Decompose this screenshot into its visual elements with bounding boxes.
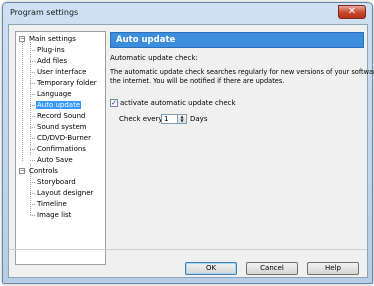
tree-item-label: Timeline (37, 200, 67, 208)
panel-header: Auto update (110, 32, 364, 48)
cancel-button[interactable]: Cancel (246, 262, 298, 275)
description-line-1: The automatic update check searches regu… (110, 68, 374, 76)
spin-down-icon[interactable]: ▼ (178, 119, 186, 123)
help-button[interactable]: Help (307, 262, 359, 275)
ok-button[interactable]: OK (185, 262, 237, 275)
tree-item-label: Storyboard (37, 178, 76, 186)
description-line-2: the internet. You will be notified if th… (110, 77, 285, 85)
tree-item-timeline[interactable]: Timeline (36, 199, 68, 209)
tree-item-controls[interactable]: − Controls (19, 166, 59, 176)
tree-item-record-sound[interactable]: Record Sound (36, 111, 86, 121)
tree-item-label: Auto Save (37, 156, 73, 164)
title-bar[interactable]: Program settings ✕ (3, 3, 372, 23)
button-bar-separator (9, 249, 367, 250)
tree-connector (30, 215, 35, 216)
program-settings-window: Program settings ✕ − Main settings Plug-… (2, 2, 374, 284)
tree-item-sound-system[interactable]: Sound system (36, 122, 88, 132)
tree-item-label: Sound system (37, 123, 87, 131)
tree-connector (30, 50, 35, 51)
tree-connector (30, 61, 35, 62)
close-icon: ✕ (347, 6, 357, 17)
tree-item-layout-designer[interactable]: Layout designer (36, 188, 94, 198)
tree-item-add-files[interactable]: Add files (36, 56, 68, 66)
tree-connector (30, 127, 35, 128)
tree-item-auto-update[interactable]: Auto update (36, 100, 82, 110)
check-every-unit: Days (190, 115, 208, 123)
tree-item-label: User interface (37, 68, 87, 76)
tree-item-plug-ins[interactable]: Plug-ins (36, 45, 66, 55)
tree-connector (30, 193, 35, 194)
dialog-client-area: − Main settings Plug-ins Add files User … (8, 24, 374, 278)
close-button[interactable]: ✕ (338, 5, 366, 19)
tree-item-label: Auto update (36, 101, 82, 109)
tree-connector (30, 94, 35, 95)
tree-item-label: Temporary folder (37, 79, 97, 87)
tree-connector (30, 138, 35, 139)
tree-item-label: Add files (37, 57, 68, 65)
auto-update-checkbox[interactable]: ✓ (110, 99, 118, 107)
settings-tree[interactable]: − Main settings Plug-ins Add files User … (15, 31, 106, 265)
collapse-icon[interactable]: − (19, 36, 25, 42)
check-every-label: Check every: (119, 115, 165, 123)
section-label: Automatic update check: (110, 54, 198, 62)
tree-connector (30, 116, 35, 117)
check-every-spinner[interactable]: ▲ ▼ (177, 114, 187, 124)
tree-item-temporary-folder[interactable]: Temporary folder (36, 78, 98, 88)
tree-item-auto-save[interactable]: Auto Save (36, 155, 74, 165)
tree-connector (30, 182, 35, 183)
tree-item-label: Language (37, 90, 72, 98)
tree-connector (30, 72, 35, 73)
tree-item-label: Confirmations (37, 145, 86, 153)
auto-update-checkbox-label[interactable]: activate automatic update check (120, 99, 236, 107)
tree-connector (30, 160, 35, 161)
tree-item-label: Controls (29, 167, 58, 175)
tree-item-label: Plug-ins (37, 46, 65, 54)
check-every-input[interactable]: 1 (161, 114, 178, 124)
tree-item-label: CD/DVD-Burner (37, 134, 91, 142)
tree-item-confirmations[interactable]: Confirmations (36, 144, 87, 154)
tree-item-label: Main settings (29, 35, 76, 43)
tree-connector (30, 83, 35, 84)
tree-item-label: Layout designer (37, 189, 94, 197)
tree-item-label: Image list (37, 211, 72, 219)
tree-connector (22, 39, 23, 161)
window-title: Program settings (10, 8, 79, 17)
tree-item-storyboard[interactable]: Storyboard (36, 177, 77, 187)
tree-item-main-settings[interactable]: − Main settings (19, 34, 77, 44)
tree-item-language[interactable]: Language (36, 89, 73, 99)
tree-item-label: Record Sound (37, 112, 86, 120)
tree-connector (30, 105, 35, 106)
tree-connector (30, 204, 35, 205)
tree-item-cd-dvd-burner[interactable]: CD/DVD-Burner (36, 133, 92, 143)
collapse-icon[interactable]: − (19, 168, 25, 174)
tree-item-image-list[interactable]: Image list (36, 210, 72, 220)
tree-item-user-interface[interactable]: User interface (36, 67, 87, 77)
tree-connector (30, 149, 35, 150)
